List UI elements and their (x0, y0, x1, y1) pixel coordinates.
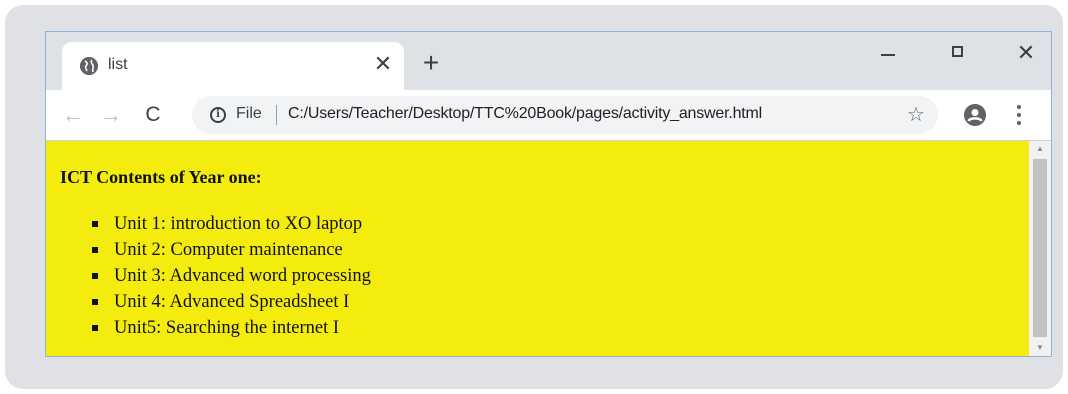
page-heading: ICT Contents of Year one: (60, 167, 262, 187)
reload-icon[interactable]: C (140, 102, 166, 128)
screenshot-frame: list ✕ + ✕ ← → C i File C:/Users/Teacher… (5, 5, 1063, 389)
page-content: ICT Contents of Year one: Unit 1: introd… (46, 141, 1029, 356)
list-item: Unit 3: Advanced word processing (90, 263, 371, 289)
globe-icon (80, 57, 98, 75)
unit-list: Unit 1: introduction to XO laptop Unit 2… (90, 211, 371, 341)
window-close-button[interactable]: ✕ (1006, 40, 1046, 66)
scroll-thumb[interactable] (1033, 159, 1047, 337)
scroll-up-icon[interactable]: ▲ (1029, 141, 1051, 157)
kebab-menu-icon[interactable] (1014, 104, 1024, 126)
tab-close-icon[interactable]: ✕ (372, 52, 394, 76)
forward-arrow-icon[interactable]: → (98, 102, 124, 128)
new-tab-button[interactable]: + (418, 49, 444, 77)
list-item: Unit 1: introduction to XO laptop (90, 211, 371, 237)
browser-window: list ✕ + ✕ ← → C i File C:/Users/Teacher… (45, 31, 1052, 357)
url-text[interactable]: C:/Users/Teacher/Desktop/TTC%20Book/page… (288, 105, 762, 123)
bookmark-star-icon[interactable]: ☆ (904, 101, 928, 129)
scheme-label: File (236, 105, 262, 122)
list-item: Unit 4: Advanced Spreadsheet I (90, 289, 371, 315)
minimize-button[interactable] (868, 40, 908, 66)
tab-list[interactable]: list ✕ (62, 42, 404, 90)
minimize-icon (881, 54, 895, 56)
vertical-scrollbar[interactable]: ▲ ▼ (1029, 141, 1051, 356)
browser-toolbar: ← → C i File C:/Users/Teacher/Desktop/TT… (46, 90, 1051, 141)
info-icon[interactable]: i (210, 107, 226, 123)
list-item: Unit5: Searching the internet I (90, 315, 371, 341)
scroll-down-icon[interactable]: ▼ (1029, 340, 1051, 356)
address-bar[interactable]: i File C:/Users/Teacher/Desktop/TTC%20Bo… (192, 96, 938, 134)
list-item: Unit 2: Computer maintenance (90, 237, 371, 263)
address-separator (276, 105, 277, 125)
tab-strip: list ✕ + ✕ (46, 32, 1051, 90)
profile-icon[interactable] (964, 104, 986, 126)
back-arrow-icon[interactable]: ← (60, 102, 86, 128)
tab-title: list (108, 56, 128, 73)
maximize-button[interactable] (938, 40, 978, 66)
maximize-icon (952, 46, 963, 57)
